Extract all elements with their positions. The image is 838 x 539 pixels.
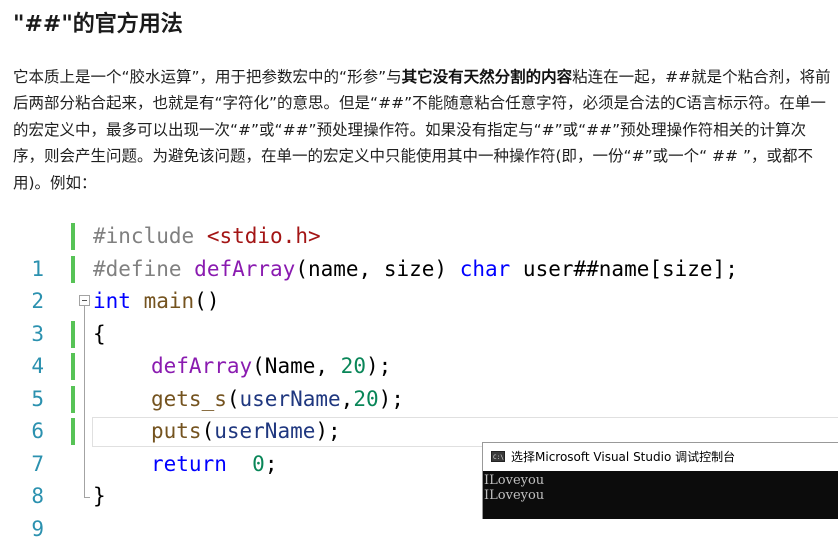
- preprocessor-directive: #define: [93, 256, 182, 281]
- function-name: main: [143, 289, 195, 313]
- page-title: "##"的官方用法: [13, 12, 183, 37]
- preprocessor-directive: #include: [93, 224, 195, 248]
- function-name: gets_s: [151, 386, 227, 411]
- code-line-2: 2 #define defArray(name, size) char user…: [0, 253, 838, 313]
- code-text: );: [365, 354, 392, 378]
- code-text: (): [194, 289, 220, 313]
- change-bar: [71, 385, 75, 413]
- macro-name: defArray: [194, 256, 296, 281]
- debug-console-window[interactable]: 选择Microsoft Visual Studio 调试控制台 ILoveyou…: [482, 442, 838, 519]
- collapse-minus-icon[interactable]: [79, 295, 90, 306]
- brace: {: [93, 321, 106, 346]
- paragraph-bold-text: 其它没有天然分割的内容: [401, 68, 573, 86]
- number-literal: 20: [353, 386, 379, 411]
- macro-name: defArray: [151, 354, 253, 378]
- console-window-icon: [491, 444, 505, 472]
- code-line-3: 3 int main(): [0, 285, 838, 346]
- console-title: 选择Microsoft Visual Studio 调试控制台: [511, 450, 736, 464]
- code-line-5: 5 defArray(Name, 20);: [0, 350, 838, 411]
- code-line-1: 1 #include <stdio.h>: [0, 220, 838, 281]
- change-bar: [71, 223, 75, 250]
- keyword: int: [93, 289, 131, 313]
- number-literal: 0: [252, 451, 265, 476]
- console-line: ILoveyou: [484, 488, 545, 503]
- keyword: char: [459, 256, 511, 281]
- code-text: user##name[size];: [510, 256, 738, 281]
- change-bar: [71, 255, 75, 283]
- change-bar: [71, 353, 75, 380]
- keyword: return: [151, 451, 227, 476]
- brace: }: [93, 484, 106, 508]
- code-text: (Name,: [252, 354, 341, 378]
- code-text: ;: [264, 451, 278, 476]
- paragraph-text-2: 粘连在一起，##就是个粘合剂，将前后两部分粘合起来，也就是有“字符化”的意思。但…: [13, 68, 831, 192]
- console-line: ILoveyou: [484, 473, 545, 488]
- code-text: (: [226, 386, 240, 411]
- console-title-bar[interactable]: 选择Microsoft Visual Studio 调试控制台: [483, 443, 838, 472]
- code-line-6: 6 gets_s(userName,20);: [0, 383, 838, 443]
- number-literal: 20: [340, 354, 366, 378]
- code-text: (name, size): [295, 256, 460, 281]
- body-paragraph: 它本质上是一个“胶水运算”，用于把参数宏中的“形参”与其它没有天然分割的内容粘连…: [13, 64, 835, 196]
- code-text: ,: [340, 386, 354, 411]
- include-header: <stdio.h>: [206, 224, 321, 248]
- variable-name: userName: [239, 386, 341, 411]
- line-number: 9: [31, 516, 44, 539]
- change-bar: [71, 320, 75, 348]
- console-output: ILoveyou ILoveyou: [484, 473, 544, 503]
- paragraph-text-1: 它本质上是一个“胶水运算”，用于把参数宏中的“形参”与: [13, 68, 402, 86]
- code-text: );: [378, 386, 404, 411]
- code-line-4: 4 {: [0, 318, 838, 378]
- function-name: puts: [151, 419, 202, 443]
- code-text: );: [315, 419, 341, 443]
- change-bar: [71, 418, 75, 445]
- variable-name: userName: [214, 419, 316, 443]
- code-text: (: [201, 419, 215, 443]
